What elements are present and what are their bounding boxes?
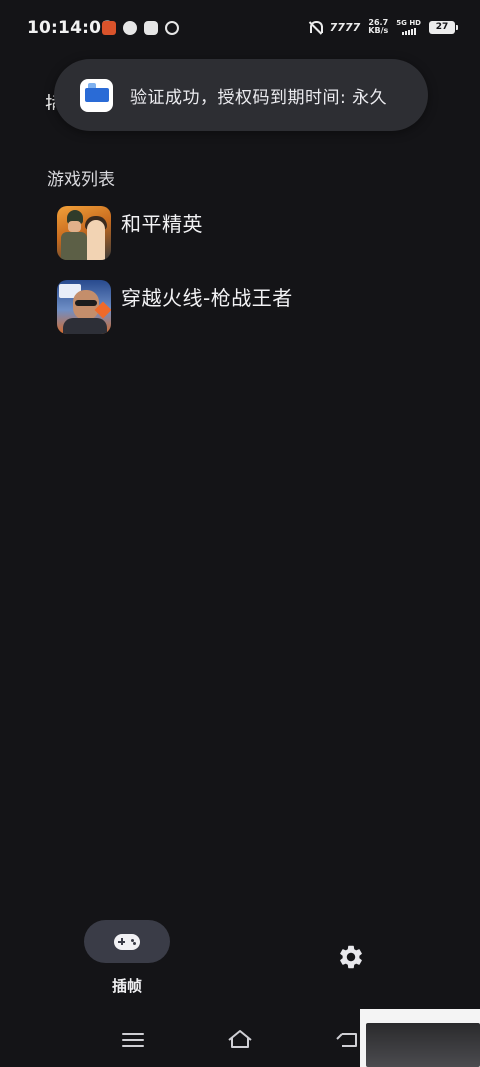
game-item-crossfire[interactable]: 穿越火线-枪战王者 — [57, 280, 293, 334]
message-notification-icon — [144, 21, 158, 35]
game-name: 穿越火线-枪战王者 — [121, 286, 293, 310]
battery-icon: 27 — [429, 20, 458, 34]
screenshot-thumbnail[interactable] — [360, 1009, 480, 1067]
menu-icon[interactable] — [122, 1031, 144, 1049]
settings-button[interactable] — [335, 941, 367, 973]
status-indicators: 7777 26.7 KB/s 5G HD 27 — [307, 18, 458, 35]
gamepad-icon — [114, 933, 140, 951]
signal-bars-icon — [401, 27, 416, 35]
cellular-signal: 5G HD — [396, 18, 421, 35]
network-type: 5G HD — [396, 18, 421, 27]
game-item-peacekeeper-elite[interactable]: 和平精英 — [57, 206, 203, 260]
toast-notification: 验证成功，授权码到期时间: 永久 — [54, 59, 428, 131]
mute-icon — [307, 20, 323, 35]
section-title: 游戏列表 — [47, 170, 115, 190]
game-icon-crossfire — [57, 280, 111, 334]
game-name: 和平精英 — [121, 212, 203, 236]
app-notification-icon — [102, 21, 116, 35]
network-speed: 26.7 KB/s — [368, 19, 388, 35]
status-time: 10:14:08 — [27, 18, 114, 38]
app-logo-icon — [80, 78, 113, 112]
back-icon[interactable] — [334, 1029, 360, 1051]
gear-icon — [340, 945, 362, 969]
notification-icons — [102, 21, 179, 35]
toast-message: 验证成功，授权码到期时间: 永久 — [130, 87, 388, 108]
app-notification-icon — [165, 21, 179, 35]
network-speed-unit: KB/s — [368, 26, 389, 35]
tab-frame-interpolation[interactable] — [84, 920, 170, 963]
status-bar: 10:14:08 7777 26.7 KB/s 5G HD 27 — [0, 0, 480, 58]
app-screen: 10:14:08 7777 26.7 KB/s 5G HD 27 插 — [0, 0, 480, 1067]
tab-label[interactable]: 插帧 — [84, 975, 170, 996]
game-icon-peacekeeper-elite — [57, 206, 111, 260]
signal-label: 7777 — [329, 20, 361, 34]
sync-notification-icon — [123, 21, 137, 35]
home-icon[interactable] — [226, 1027, 254, 1051]
